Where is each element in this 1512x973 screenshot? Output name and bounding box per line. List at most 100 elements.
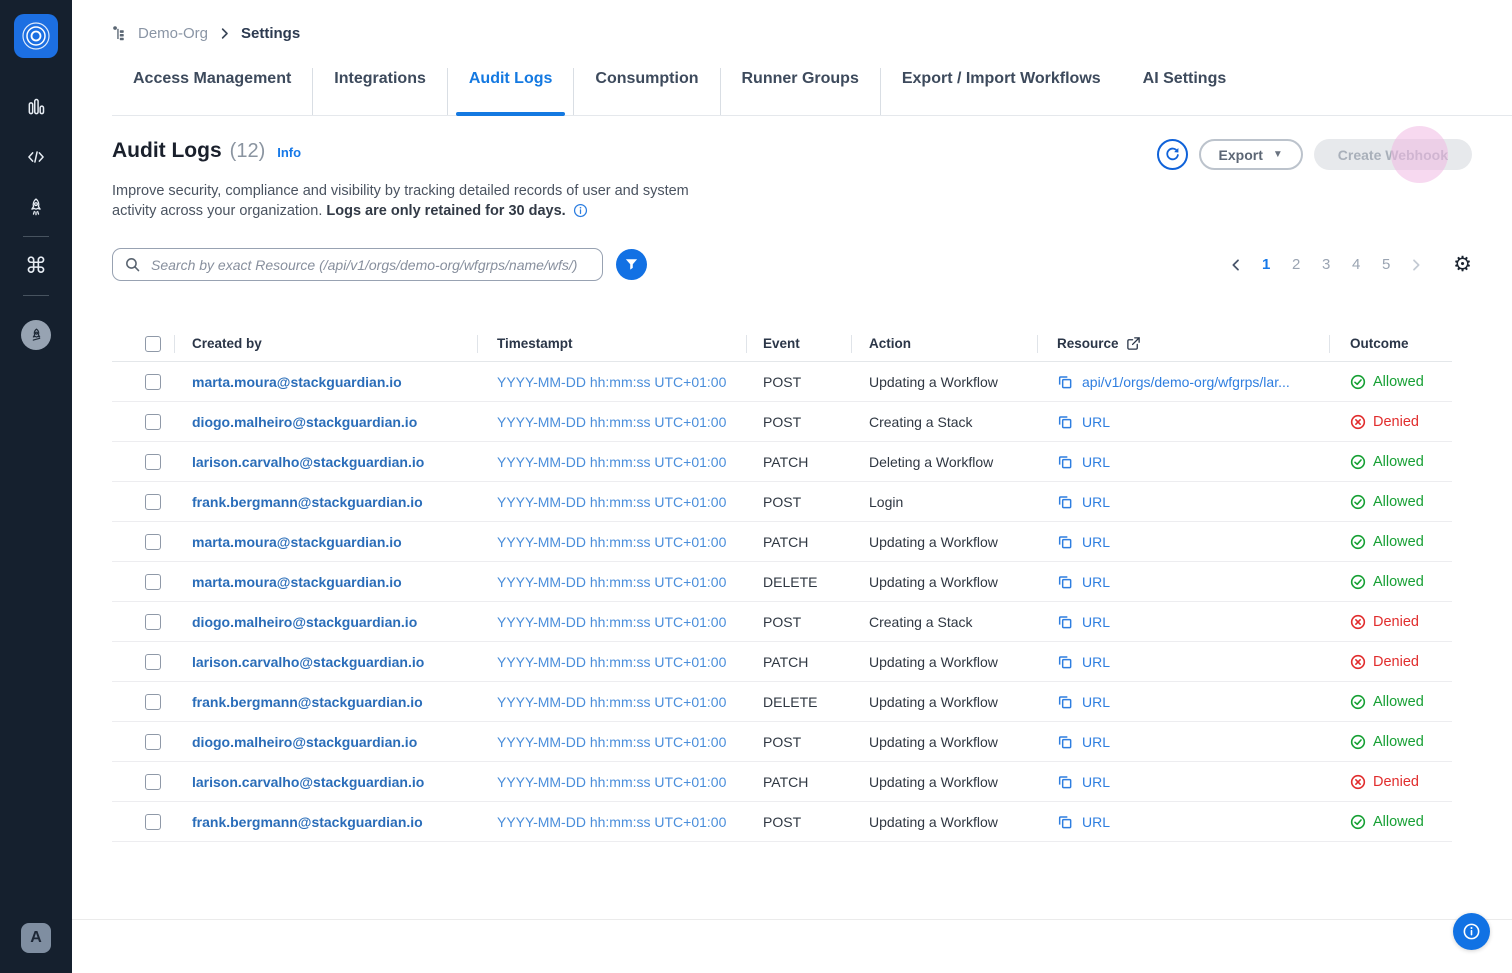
table-row: frank.bergmann@stackguardian.io YYYY-MM-…	[112, 802, 1452, 842]
sidebar-item-dashboards[interactable]	[19, 90, 53, 124]
timestamp-link[interactable]: YYYY-MM-DD hh:mm:ss UTC+01:00	[497, 734, 726, 750]
created-by-link[interactable]: marta.moura@stackguardian.io	[192, 374, 402, 390]
outcome-badge: Denied	[1350, 654, 1419, 670]
next-page-button[interactable]	[1405, 254, 1427, 276]
select-all-checkbox[interactable]	[145, 336, 161, 352]
page-number-2[interactable]: 2	[1285, 256, 1307, 273]
tab-access-management[interactable]: Access Management	[112, 68, 313, 115]
page-number-1[interactable]: 1	[1255, 256, 1277, 273]
created-by-link[interactable]: frank.bergmann@stackguardian.io	[192, 814, 423, 830]
resource-link[interactable]: URL	[1057, 534, 1110, 550]
row-checkbox[interactable]	[145, 574, 161, 590]
tab-integrations[interactable]: Integrations	[313, 68, 448, 115]
timestamp-link[interactable]: YYYY-MM-DD hh:mm:ss UTC+01:00	[497, 814, 726, 830]
refresh-icon	[1164, 146, 1181, 163]
resource-link[interactable]: URL	[1057, 694, 1110, 710]
timestamp-link[interactable]: YYYY-MM-DD hh:mm:ss UTC+01:00	[497, 494, 726, 510]
resource-link[interactable]: URL	[1057, 774, 1110, 790]
row-checkbox[interactable]	[145, 414, 161, 430]
column-header-created-by[interactable]: Created by	[174, 326, 477, 361]
check-circle-icon	[1350, 694, 1366, 710]
stackguardian-logo-icon[interactable]	[14, 14, 58, 58]
timestamp-link[interactable]: YYYY-MM-DD hh:mm:ss UTC+01:00	[497, 374, 726, 390]
created-by-link[interactable]: larison.carvalho@stackguardian.io	[192, 774, 424, 790]
row-checkbox[interactable]	[145, 654, 161, 670]
user-avatar[interactable]: A	[21, 923, 51, 953]
page-number-4[interactable]: 4	[1345, 256, 1367, 273]
created-by-link[interactable]: marta.moura@stackguardian.io	[192, 534, 402, 550]
resource-link[interactable]: URL	[1057, 494, 1110, 510]
resource-link[interactable]: URL	[1057, 814, 1110, 830]
row-checkbox[interactable]	[145, 494, 161, 510]
help-info-fab[interactable]	[1453, 913, 1490, 950]
check-circle-icon	[1350, 814, 1366, 830]
resource-link[interactable]: URL	[1057, 574, 1110, 590]
resource-link[interactable]: api/v1/orgs/demo-org/wfgrps/lar...	[1057, 374, 1290, 390]
timestamp-link[interactable]: YYYY-MM-DD hh:mm:ss UTC+01:00	[497, 454, 726, 470]
row-checkbox[interactable]	[145, 694, 161, 710]
tab-ai-settings[interactable]: AI Settings	[1122, 68, 1248, 115]
export-button[interactable]: Export ▼	[1199, 139, 1303, 170]
resource-link[interactable]: URL	[1057, 734, 1110, 750]
sidebar-item-code[interactable]	[19, 140, 53, 174]
row-checkbox[interactable]	[145, 814, 161, 830]
refresh-button[interactable]	[1157, 139, 1188, 170]
event-label: PATCH	[763, 454, 808, 470]
column-header-resource[interactable]: Resource	[1037, 326, 1329, 361]
column-header-event[interactable]: Event	[746, 326, 851, 361]
row-checkbox[interactable]	[145, 534, 161, 550]
timestamp-link[interactable]: YYYY-MM-DD hh:mm:ss UTC+01:00	[497, 654, 726, 670]
column-header-outcome[interactable]: Outcome	[1329, 326, 1452, 361]
sidebar-item-whats-new[interactable]	[21, 320, 51, 350]
resource-link[interactable]: URL	[1057, 614, 1110, 630]
resource-link[interactable]: URL	[1057, 654, 1110, 670]
timestamp-link[interactable]: YYYY-MM-DD hh:mm:ss UTC+01:00	[497, 694, 726, 710]
created-by-link[interactable]: diogo.malheiro@stackguardian.io	[192, 414, 417, 430]
search-input[interactable]	[112, 248, 603, 281]
outcome-label: Denied	[1373, 614, 1419, 630]
table-settings-gear-icon[interactable]: ⚙	[1453, 254, 1472, 275]
tab-audit-logs[interactable]: Audit Logs	[448, 68, 575, 115]
outcome-badge: Denied	[1350, 414, 1419, 430]
timestamp-link[interactable]: YYYY-MM-DD hh:mm:ss UTC+01:00	[497, 774, 726, 790]
page-number-5[interactable]: 5	[1375, 256, 1397, 273]
timestamp-link[interactable]: YYYY-MM-DD hh:mm:ss UTC+01:00	[497, 574, 726, 590]
audit-logs-table: Created by Timestampt Event Action Resou…	[112, 326, 1452, 842]
row-checkbox[interactable]	[145, 774, 161, 790]
created-by-link[interactable]: larison.carvalho@stackguardian.io	[192, 654, 424, 670]
info-circle-icon[interactable]	[573, 203, 588, 224]
tab-consumption[interactable]: Consumption	[574, 68, 720, 115]
row-checkbox[interactable]	[145, 454, 161, 470]
copy-icon	[1057, 694, 1073, 710]
created-by-link[interactable]: frank.bergmann@stackguardian.io	[192, 694, 423, 710]
created-by-link[interactable]: frank.bergmann@stackguardian.io	[192, 494, 423, 510]
breadcrumb-org[interactable]: Demo-Org	[138, 25, 208, 42]
info-link[interactable]: Info	[277, 145, 301, 160]
check-circle-icon	[1350, 494, 1366, 510]
created-by-link[interactable]: diogo.malheiro@stackguardian.io	[192, 734, 417, 750]
event-label: POST	[763, 614, 801, 630]
resource-link[interactable]: URL	[1057, 414, 1110, 430]
copy-icon	[1057, 414, 1073, 430]
row-checkbox[interactable]	[145, 734, 161, 750]
tab-runner-groups[interactable]: Runner Groups	[721, 68, 881, 115]
sidebar-item-deployments[interactable]	[19, 190, 53, 224]
page-number-3[interactable]: 3	[1315, 256, 1337, 273]
create-webhook-button[interactable]: Create Webhook	[1314, 139, 1472, 170]
filter-button[interactable]	[616, 249, 647, 280]
created-by-link[interactable]: marta.moura@stackguardian.io	[192, 574, 402, 590]
funnel-icon	[624, 257, 639, 272]
created-by-link[interactable]: diogo.malheiro@stackguardian.io	[192, 614, 417, 630]
resource-link[interactable]: URL	[1057, 454, 1110, 470]
column-header-timestamp[interactable]: Timestampt	[477, 326, 746, 361]
row-checkbox[interactable]	[145, 614, 161, 630]
tab-export-import-workflows[interactable]: Export / Import Workflows	[881, 68, 1122, 115]
timestamp-link[interactable]: YYYY-MM-DD hh:mm:ss UTC+01:00	[497, 414, 726, 430]
column-header-action[interactable]: Action	[851, 326, 1037, 361]
created-by-link[interactable]: larison.carvalho@stackguardian.io	[192, 454, 424, 470]
timestamp-link[interactable]: YYYY-MM-DD hh:mm:ss UTC+01:00	[497, 534, 726, 550]
timestamp-link[interactable]: YYYY-MM-DD hh:mm:ss UTC+01:00	[497, 614, 726, 630]
prev-page-button[interactable]	[1225, 254, 1247, 276]
sidebar-item-command-palette[interactable]: ⌘	[19, 249, 53, 283]
row-checkbox[interactable]	[145, 374, 161, 390]
